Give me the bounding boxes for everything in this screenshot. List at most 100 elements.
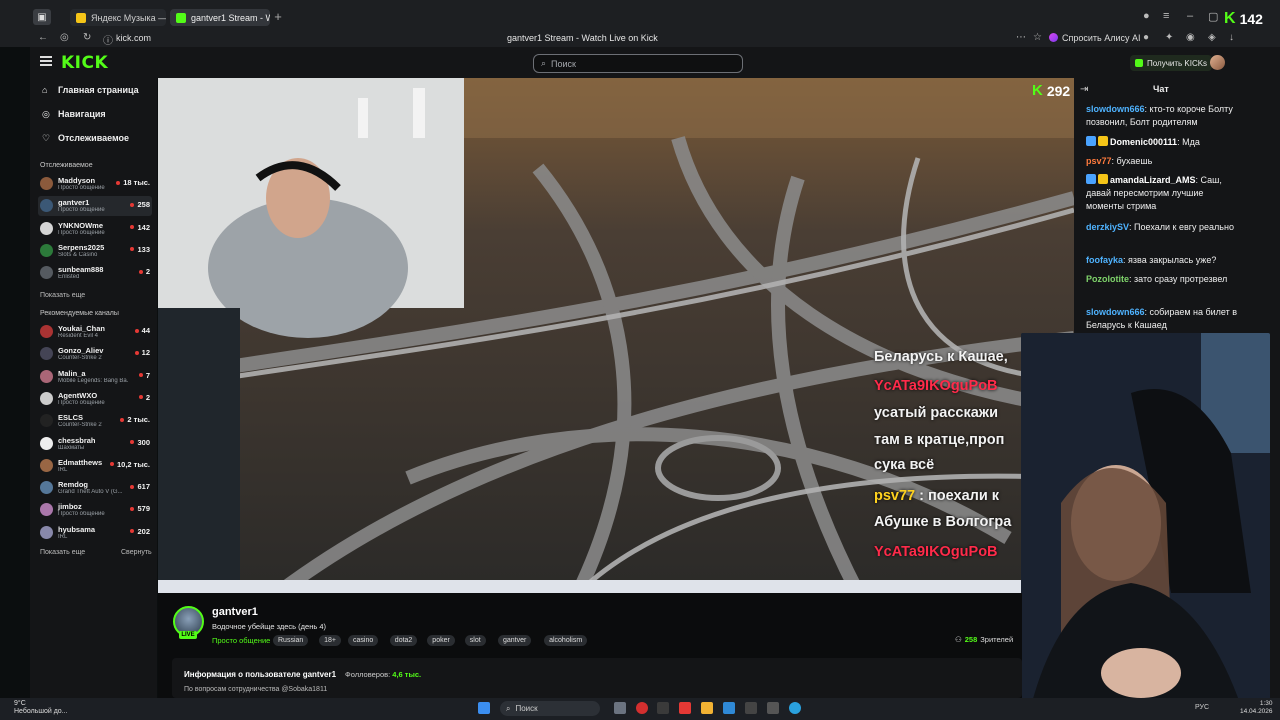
more-icon[interactable]: ⋯ bbox=[1016, 32, 1026, 43]
app-icon[interactable] bbox=[657, 702, 669, 714]
chat-username[interactable]: derzkiySV bbox=[1086, 222, 1129, 232]
nav-following[interactable]: ♡ Отслеживаемое bbox=[42, 131, 129, 145]
sidebar-channel-remdog[interactable]: Remdog Grand Theft Auto V (G... 617 bbox=[38, 478, 152, 498]
extension-icon[interactable]: ● bbox=[1143, 32, 1149, 43]
stream-tag[interactable]: slot bbox=[464, 635, 486, 646]
app-icon-2[interactable] bbox=[745, 702, 757, 714]
language-indicator[interactable]: РУС bbox=[1195, 704, 1209, 711]
chat-username[interactable]: slowdown666 bbox=[1086, 307, 1145, 317]
stream-tag[interactable]: alcoholism bbox=[544, 635, 588, 646]
sidebar-channel-eslcs[interactable]: ESLCS Counter-Strike 2 2 тыс. bbox=[38, 411, 152, 431]
sub-badge-icon bbox=[1086, 136, 1096, 146]
overlay-text: Абушке в Волгогра bbox=[874, 514, 1012, 530]
shield-icon[interactable]: ◎ bbox=[60, 32, 69, 43]
show-more-recommended[interactable]: Показать еще bbox=[40, 549, 85, 556]
download-icon[interactable]: ↓ bbox=[1229, 32, 1234, 43]
sidebar-channel-hyubsama[interactable]: hyubsama IRL 202 bbox=[38, 523, 152, 543]
alice-ai-button[interactable]: Спросить Алису AI bbox=[1049, 31, 1141, 44]
show-more-following[interactable]: Показать еще bbox=[40, 292, 85, 299]
share-icon[interactable]: ◈ bbox=[1208, 32, 1216, 43]
stream-tag[interactable]: poker bbox=[427, 635, 455, 646]
sidebar-channel-chessbrah[interactable]: chessbrah Шахматы 300 bbox=[38, 434, 152, 454]
yandex-browser-icon[interactable] bbox=[679, 702, 691, 714]
task-view-icon[interactable] bbox=[614, 702, 626, 714]
nav-home[interactable]: ⌂ Главная страница bbox=[42, 83, 139, 97]
weather-widget[interactable]: 9°C Небольшой до... bbox=[14, 700, 68, 716]
channel-avatar bbox=[40, 266, 53, 280]
channel-avatar bbox=[40, 177, 53, 190]
collapse-chat-icon[interactable]: ⇥ bbox=[1080, 84, 1088, 95]
sidebar-channel-serpens2025[interactable]: Serpens2025 Slots & Casino 133 bbox=[38, 241, 152, 261]
channel-avatar bbox=[40, 436, 53, 450]
sidebar-channel-gonzo_aliev[interactable]: Gonzo_Aliev Counter-Strike 2 12 bbox=[38, 344, 152, 364]
chat-text: Мда bbox=[1182, 137, 1200, 147]
opera-icon[interactable] bbox=[636, 702, 648, 714]
url-field[interactable]: kick.com bbox=[116, 33, 151, 43]
profile-icon[interactable]: ● bbox=[1143, 10, 1150, 22]
maximize-icon[interactable]: ▢ bbox=[1208, 10, 1218, 23]
channel-name: Maddyson bbox=[58, 176, 96, 185]
new-tab-button[interactable]: + bbox=[272, 10, 284, 23]
vscode-icon[interactable] bbox=[723, 702, 735, 714]
stream-tag[interactable]: 18+ bbox=[319, 635, 341, 646]
tab-yandex-music[interactable]: Яндекс Музыка — собир bbox=[70, 9, 166, 26]
obs-icon[interactable] bbox=[767, 702, 779, 714]
sidebar-channel-agentwxo[interactable]: AgentWXO Просто общение 2 bbox=[38, 389, 152, 409]
menu-icon[interactable]: ≡ bbox=[1163, 10, 1169, 22]
tab-kick-stream[interactable]: gantver1 Stream - W bbox=[170, 9, 270, 26]
streamer-name[interactable]: gantver1 bbox=[212, 606, 258, 618]
chat-username[interactable]: foofayka bbox=[1086, 255, 1123, 265]
nav-browse[interactable]: ◎ Навигация bbox=[42, 107, 106, 121]
search-input[interactable]: ⌕ Поиск bbox=[533, 54, 743, 73]
get-kicks-button[interactable]: Получить KICKs bbox=[1130, 55, 1213, 71]
puzzle-icon[interactable]: ✦ bbox=[1165, 32, 1173, 43]
chat-username[interactable]: slowdown666 bbox=[1086, 104, 1145, 114]
back-icon[interactable]: ← bbox=[38, 32, 48, 43]
user-avatar[interactable] bbox=[1210, 55, 1225, 70]
chat-username[interactable]: Domenic000111 bbox=[1110, 137, 1177, 147]
channel-viewers: 44 bbox=[134, 326, 150, 335]
hamburger-menu-icon[interactable] bbox=[40, 56, 52, 66]
stream-tag[interactable]: dota2 bbox=[389, 635, 418, 646]
channel-avatar bbox=[40, 221, 53, 235]
minimize-icon[interactable]: – bbox=[1187, 10, 1193, 22]
stream-tag[interactable]: casino bbox=[348, 635, 379, 646]
channel-name: Remdog bbox=[58, 480, 88, 490]
channel-category: Counter-Strike 2 bbox=[58, 422, 102, 429]
webcam-scene bbox=[1021, 333, 1270, 706]
telegram-icon[interactable] bbox=[789, 702, 801, 714]
screenshot-icon[interactable]: ◉ bbox=[1186, 32, 1195, 43]
stream-category[interactable]: Просто общение bbox=[212, 636, 270, 645]
chat-username[interactable]: Pozolotite bbox=[1086, 274, 1129, 284]
windows-start-icon[interactable] bbox=[478, 702, 490, 714]
taskbar-search[interactable]: ⌕ Поиск bbox=[500, 701, 600, 716]
sidebar-channel-sunbeam888[interactable]: sunbeam888 Enlisted 2 bbox=[38, 263, 152, 283]
sidebar-channel-edmatthews[interactable]: Edmatthews IRL 10,2 тыс. bbox=[38, 456, 152, 476]
sidebar-channel-gantver1[interactable]: gantver1 Просто общение 258 bbox=[38, 196, 152, 217]
bookmark-icon[interactable]: ☆ bbox=[1033, 32, 1042, 43]
channel-name: Youkai_Chan bbox=[58, 324, 105, 333]
crown-badge-icon bbox=[1098, 136, 1108, 146]
stream-tag[interactable]: gantver bbox=[498, 635, 532, 646]
reload-icon[interactable]: ↻ bbox=[83, 32, 91, 43]
live-dot-icon bbox=[130, 225, 135, 230]
kick-logo[interactable]: KICK bbox=[61, 53, 108, 73]
sidebar-channel-malin_a[interactable]: Malin_a Mobile Legends: Bang Ba... 7 bbox=[38, 367, 152, 387]
window-menu-icon[interactable]: ▣ bbox=[33, 9, 51, 25]
chat-message: foofayka: язва закрылась уже? bbox=[1086, 255, 1217, 265]
chat-text: язва закрылась уже? bbox=[1128, 255, 1217, 265]
stream-tag[interactable]: Russian bbox=[273, 635, 309, 646]
channel-category: Просто общение bbox=[58, 399, 105, 406]
sidebar-channel-maddyson[interactable]: Maddyson Просто общение 18 тыс. bbox=[38, 174, 152, 194]
explorer-icon[interactable] bbox=[701, 702, 713, 714]
channel-viewers: 300 bbox=[130, 438, 150, 447]
live-dot-icon bbox=[109, 462, 114, 467]
live-dot-icon bbox=[130, 202, 135, 207]
sidebar-channel-jimboz[interactable]: jimboz Просто общение 579 bbox=[38, 500, 152, 520]
sidebar-channel-ynknowme[interactable]: YNKNOWme Просто общение 142 bbox=[38, 219, 152, 239]
chat-username[interactable]: psv77 bbox=[1086, 156, 1112, 166]
collapse-button[interactable]: Свернуть bbox=[121, 549, 152, 556]
clock[interactable]: 1:30 14.04.2026 bbox=[1240, 700, 1273, 716]
sidebar-channel-youkai_chan[interactable]: Youkai_Chan Resident Evil 4 44 bbox=[38, 322, 152, 342]
chat-username[interactable]: amandaLizard_AMS bbox=[1110, 175, 1196, 185]
